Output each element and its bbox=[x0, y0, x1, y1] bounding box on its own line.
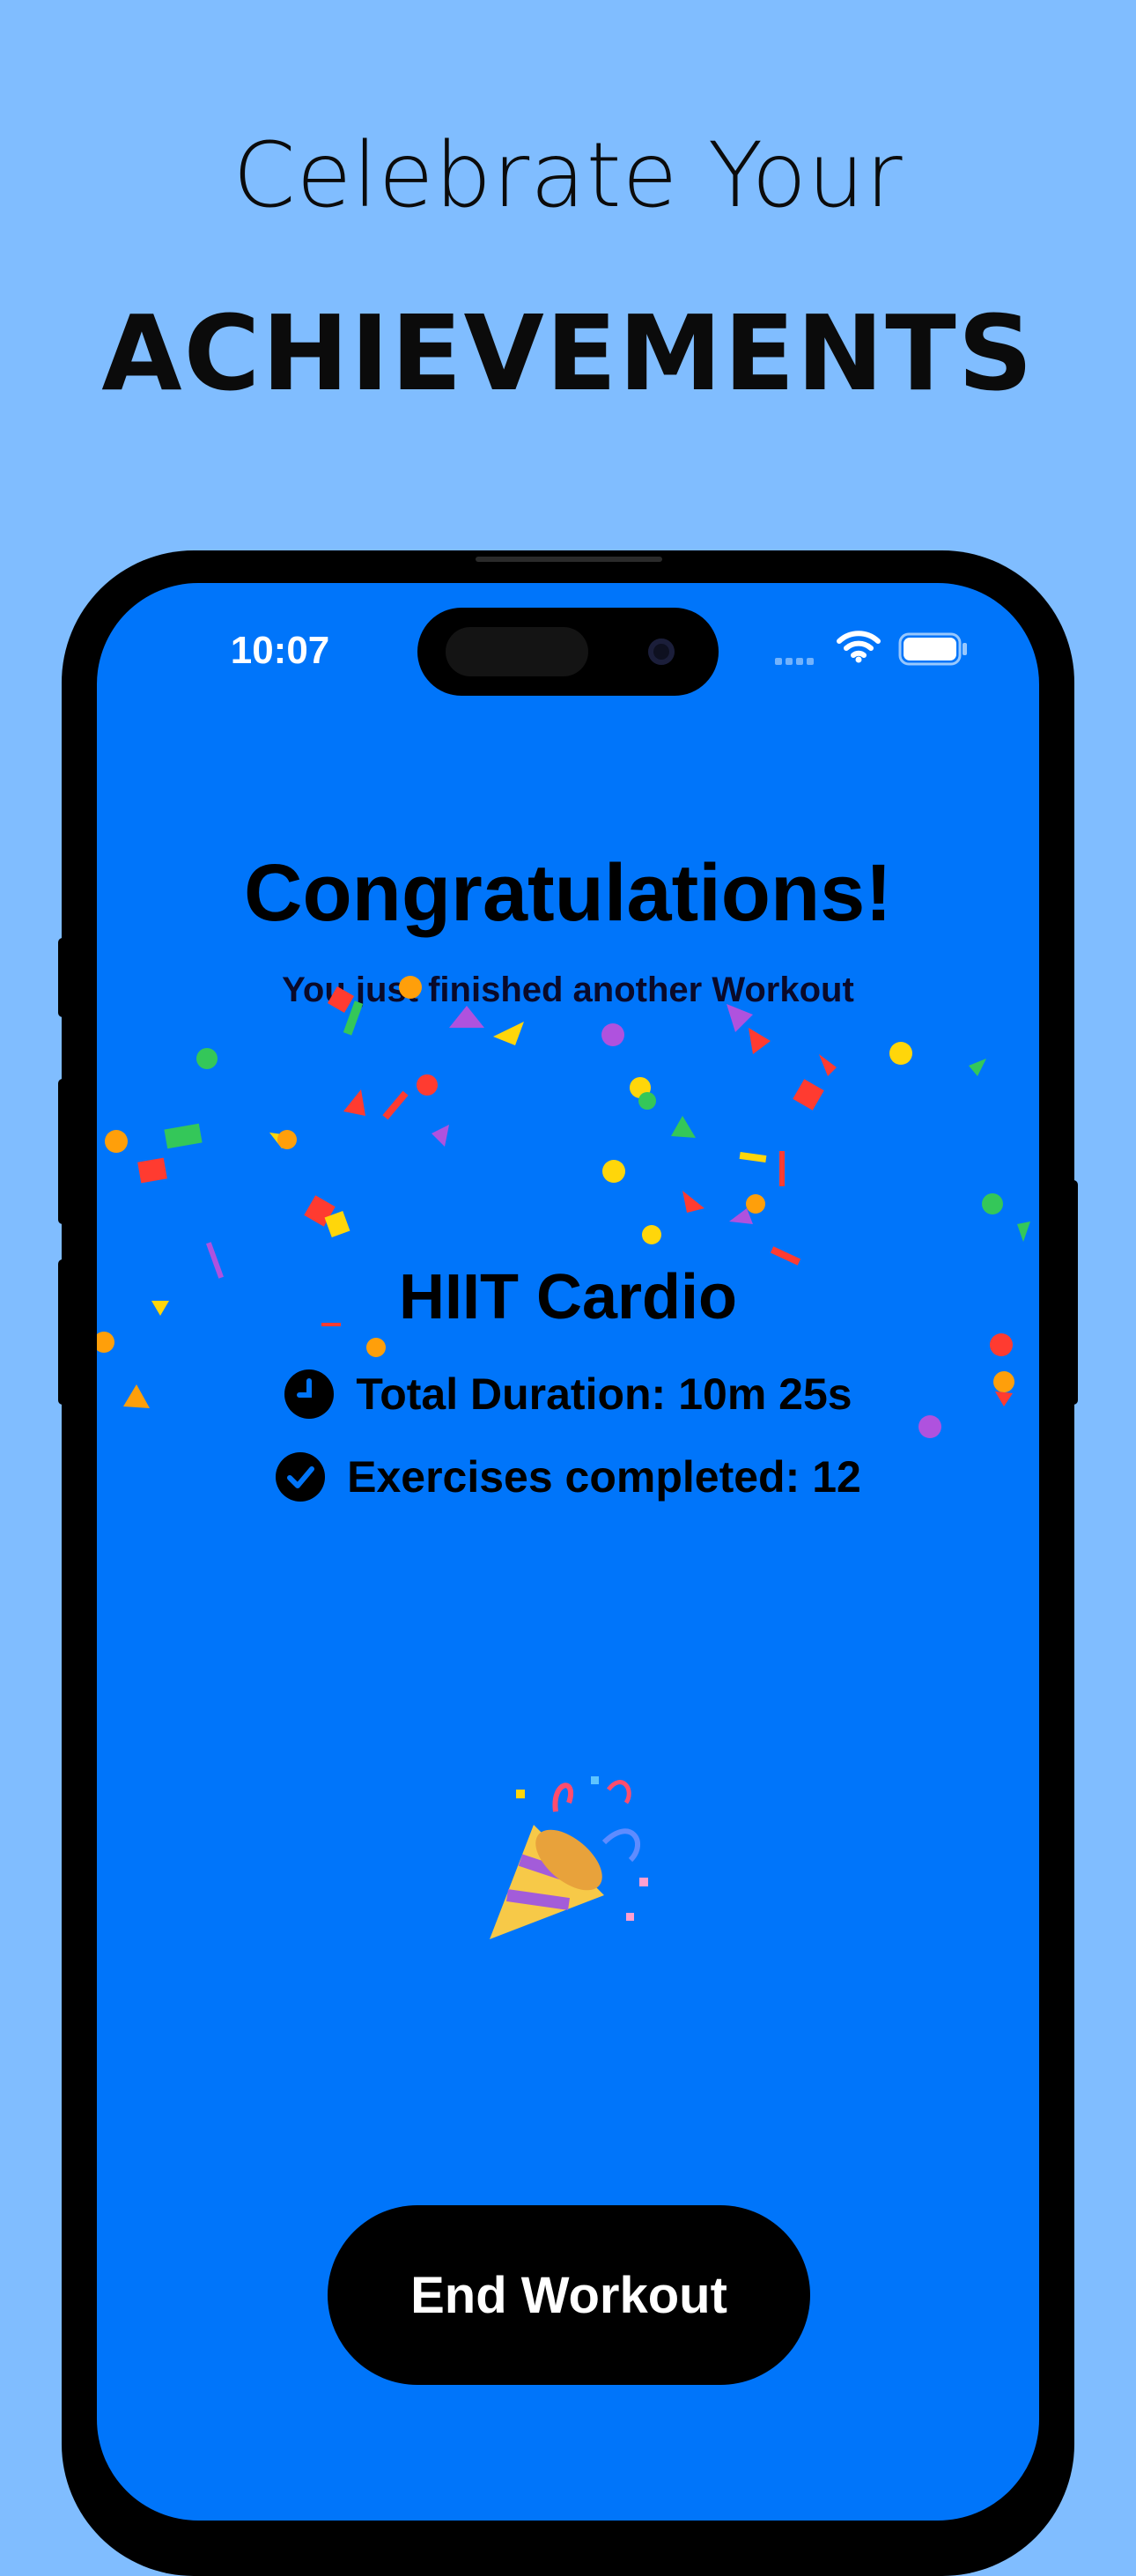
battery-icon bbox=[898, 632, 967, 666]
end-workout-button[interactable]: End Workout bbox=[328, 2205, 810, 2385]
marketing-headline-line2: ACHIEVEMENTS bbox=[101, 292, 1035, 414]
island-sensor bbox=[446, 627, 588, 676]
exercises-completed-value: 12 bbox=[812, 1452, 861, 1502]
checkmark-circle-icon bbox=[276, 1452, 326, 1502]
total-duration-row: Total Duration: 10m 25s bbox=[97, 1369, 1039, 1420]
workout-finished-subtitle: You just finished another Workout bbox=[282, 971, 854, 1009]
dynamic-island bbox=[417, 608, 719, 696]
phone-speaker bbox=[476, 557, 662, 562]
clock-icon bbox=[284, 1369, 335, 1419]
cellular-signal-icon bbox=[775, 653, 817, 669]
phone-screen: 10:07 Congratulations! You just finished… bbox=[97, 583, 1039, 2521]
workout-name: HIIT Cardio bbox=[398, 1262, 737, 1332]
exercises-completed-label: Exercises completed: bbox=[347, 1452, 800, 1502]
total-duration-label: Total Duration: bbox=[356, 1369, 667, 1419]
camera-icon bbox=[648, 638, 675, 665]
exercises-completed-row: Exercises completed: 12 bbox=[97, 1451, 1039, 1502]
wifi-icon bbox=[837, 631, 881, 663]
status-time: 10:07 bbox=[230, 629, 330, 672]
party-popper-icon bbox=[490, 1776, 648, 1939]
total-duration-value: 10m 25s bbox=[678, 1369, 852, 1419]
congratulations-title: Congratulations! bbox=[244, 848, 892, 938]
marketing-headline-line1: Celebrate Your bbox=[232, 123, 904, 228]
